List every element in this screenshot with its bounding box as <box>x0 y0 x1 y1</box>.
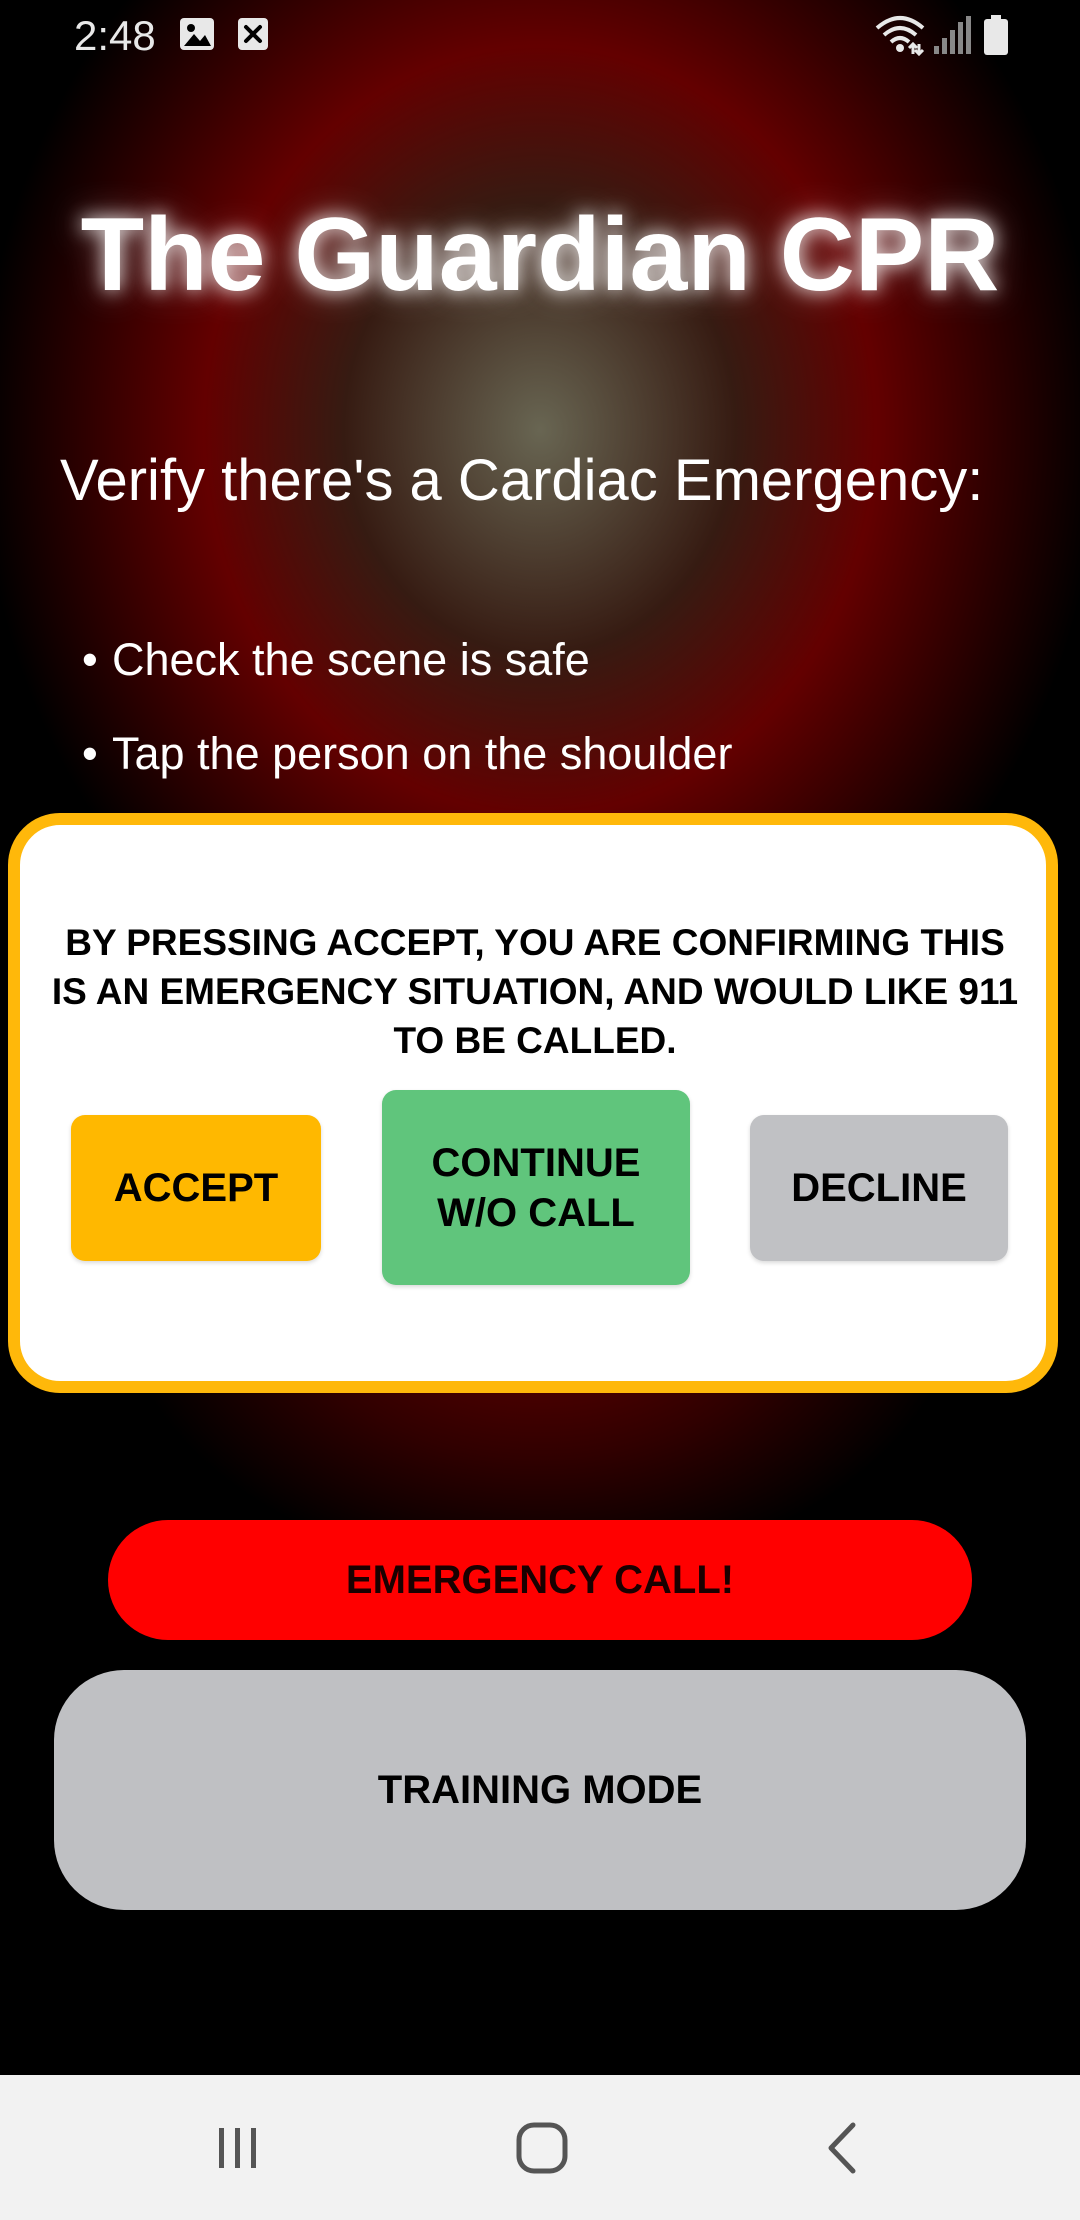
accept-button[interactable]: ACCEPT <box>71 1115 321 1261</box>
emergency-call-label: EMERGENCY CALL! <box>345 1557 735 1602</box>
wifi-icon <box>875 14 925 61</box>
training-mode-button[interactable]: TRAINING MODE <box>54 1670 1026 1910</box>
battery-icon <box>982 14 1010 61</box>
close-box-icon <box>236 16 270 57</box>
app-title: The Guardian CPR <box>80 197 1000 313</box>
continue-button-label: CONTINUE W/O CALL <box>432 1138 641 1238</box>
recent-apps-icon[interactable] <box>198 2113 278 2183</box>
checklist-item-label: Check the scene is safe <box>112 634 590 685</box>
home-icon[interactable] <box>502 2113 582 2183</box>
checklist-item: • Check the scene is safe <box>82 630 732 724</box>
app-screen: 2:48 The Guardian CPR Verify there's a C… <box>0 0 1080 2075</box>
decline-button-label: DECLINE <box>791 1165 967 1210</box>
checklist-item-label: Tap the person on the shoulder <box>112 728 733 779</box>
training-mode-label: TRAINING MODE <box>377 1767 703 1812</box>
continue-label-line1: CONTINUE <box>431 1140 641 1185</box>
bullet-icon: • <box>82 728 98 779</box>
back-icon[interactable] <box>803 2113 883 2183</box>
decline-button[interactable]: DECLINE <box>750 1115 1008 1261</box>
accept-button-label: ACCEPT <box>113 1165 279 1210</box>
checklist: • Check the scene is safe • Tap the person… <box>82 630 732 818</box>
checklist-item: • Tap the person on the shoulder <box>82 724 732 818</box>
continue-without-call-button[interactable]: CONTINUE W/O CALL <box>382 1090 690 1285</box>
bullet-icon: • <box>82 634 98 685</box>
status-bar: 2:48 <box>0 0 1080 72</box>
system-nav-bar <box>0 2075 1080 2220</box>
instructions-heading: Verify there's a Cardiac Emergency: <box>60 448 984 513</box>
signal-icon <box>932 14 972 61</box>
status-time: 2:48 <box>74 12 156 59</box>
continue-label-line2: W/O CALL <box>437 1190 635 1235</box>
dialog-message: BY PRESSING ACCEPT, YOU ARE CONFIRMING T… <box>51 922 1019 1061</box>
emergency-confirm-dialog: BY PRESSING ACCEPT, YOU ARE CONFIRMING T… <box>8 813 1058 1393</box>
emergency-call-button[interactable]: EMERGENCY CALL! <box>108 1520 972 1640</box>
gallery-icon <box>178 16 216 57</box>
